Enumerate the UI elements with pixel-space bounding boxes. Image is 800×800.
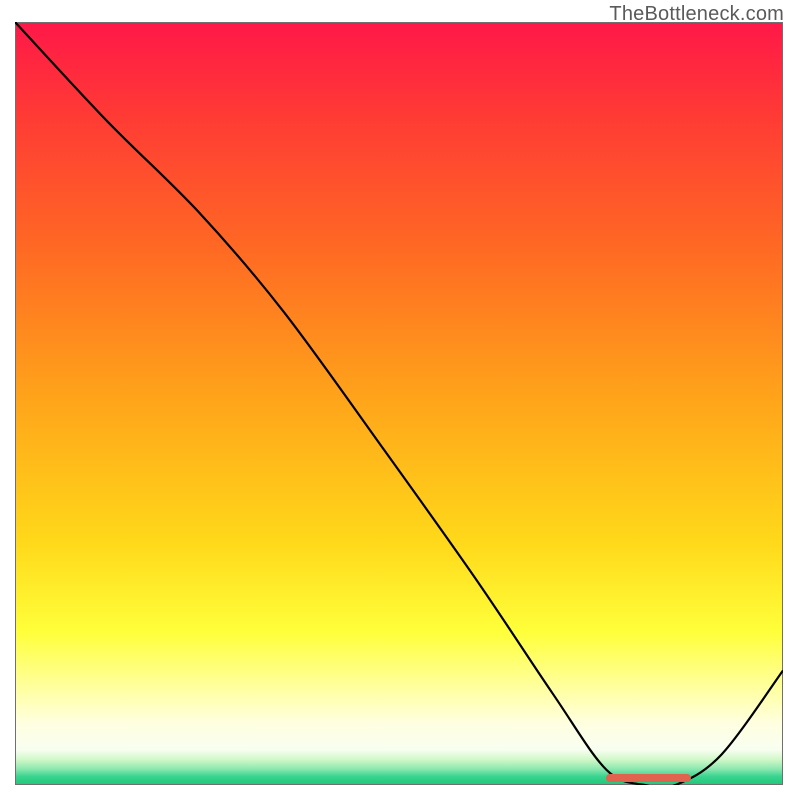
chart-stage: TheBottleneck.com	[0, 0, 800, 800]
chart-gradient-background	[15, 22, 783, 785]
optimal-range-marker	[606, 774, 690, 782]
